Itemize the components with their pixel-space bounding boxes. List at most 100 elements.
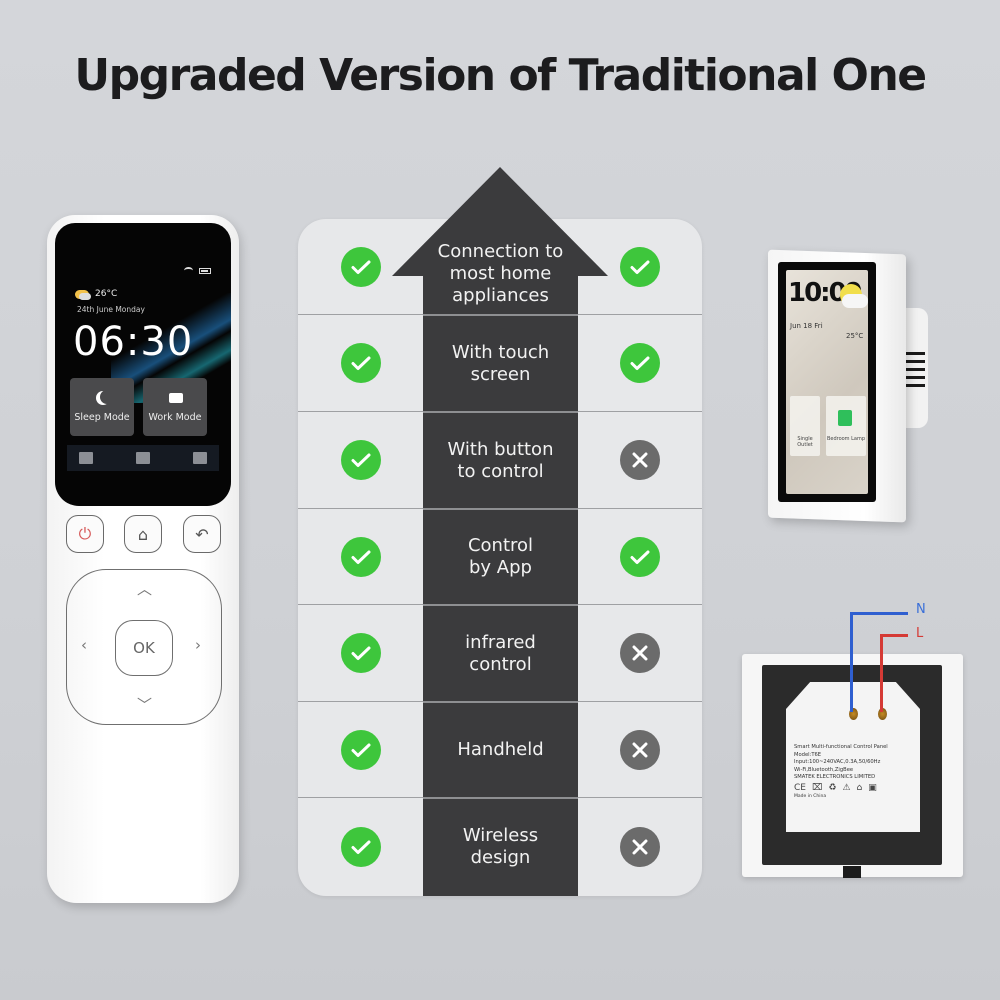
row-divider (423, 797, 578, 799)
direction-pad[interactable]: ︿ ﹀ ‹ › OK (66, 569, 222, 725)
row-divider (423, 314, 578, 316)
panel-temperature: 25°C (846, 332, 864, 340)
weee-bin-icon: ⌧ (811, 782, 823, 793)
tile-label: Bedroom Lamp (826, 436, 866, 442)
vent-slot (905, 368, 925, 371)
list-icon[interactable] (136, 452, 150, 464)
row-divider (423, 411, 578, 413)
ok-button[interactable]: OK (115, 620, 173, 676)
chevron-up-icon[interactable]: ︿ (137, 578, 152, 599)
made-in-label: Made in China (794, 794, 827, 799)
panel-support-cell (577, 509, 702, 604)
panel-support-cell (577, 315, 702, 411)
label-line: Input:100~240VAC,0.3A,50/60Hz (794, 759, 881, 765)
warning-icon: ⚠ (842, 782, 851, 793)
row-divider (423, 701, 578, 703)
live-wire (880, 634, 908, 637)
weather-row: 26°C (75, 289, 118, 300)
label-line: Smart Multi-functional Control Panel (794, 744, 888, 750)
panel-support-cell (577, 798, 702, 896)
feature-label: infrared control (465, 631, 536, 675)
label-line: Model:T6E (794, 751, 822, 758)
row-divider (423, 604, 578, 606)
tile-label: Single Outlet (797, 436, 813, 448)
chevron-down-icon[interactable]: ﹀ (137, 694, 152, 715)
feature-label: Control by App (467, 535, 534, 578)
sleep-mode-button[interactable]: Sleep Mode (70, 378, 134, 436)
battery-icon (199, 267, 211, 274)
check-icon (340, 440, 381, 480)
vent-slot (905, 376, 925, 379)
grid-icon[interactable] (79, 452, 93, 464)
check-icon (340, 827, 381, 867)
check-icon (340, 729, 381, 770)
ce-mark-icon: CE (794, 782, 806, 793)
check-icon (619, 343, 660, 383)
vent-slot (905, 352, 925, 355)
vent-slot (905, 360, 925, 363)
status-bar (184, 267, 211, 274)
panel-date: Jun 18 Fri (790, 322, 823, 330)
feature-label: Wireless design (462, 825, 539, 868)
check-icon (340, 536, 381, 577)
certification-icons: CE ⌧ ♻ ⚠ ⌂ ▣ (794, 782, 912, 793)
check-icon (340, 343, 381, 383)
remote-support-cell (298, 412, 423, 508)
work-mode-label: Work Mode (148, 412, 202, 423)
neutral-wire (850, 612, 908, 615)
neutral-wire (850, 612, 853, 712)
home-icon: ⌂ (137, 524, 149, 544)
feature-label: With touch screen (451, 341, 550, 385)
handheld-remote: 26°C 24th June Monday 06:30 Sleep Mode W… (47, 215, 239, 903)
page-title: Upgraded Version of Traditional One (74, 50, 927, 101)
recycle-icon: ♻ (828, 782, 837, 793)
panel-support-cell (577, 605, 702, 701)
cross-icon (619, 440, 660, 480)
check-icon (619, 536, 660, 577)
remote-date: 24th June Monday (77, 305, 145, 314)
remote-support-cell (298, 702, 423, 797)
sleep-mode-label: Sleep Mode (74, 412, 130, 423)
panel-icon[interactable] (193, 452, 207, 464)
toolbox-icon (169, 393, 183, 403)
wifi-icon (184, 267, 193, 274)
tile-single-outlet[interactable]: Single Outlet (790, 396, 820, 456)
feature-label: Connection to most home appliances (437, 241, 564, 306)
chevron-left-icon[interactable]: ‹ (81, 636, 87, 654)
screen-nav-bar (67, 445, 219, 471)
label-line: Wi-Fi,Bluetooth,ZigBee (794, 766, 854, 773)
mounting-tab (843, 866, 861, 878)
row-divider (423, 508, 578, 510)
feature-label: Handheld (457, 739, 544, 760)
remote-screen: 26°C 24th June Monday 06:30 Sleep Mode W… (55, 223, 231, 506)
remote-support-cell (298, 509, 423, 604)
power-button[interactable]: ⏻ (66, 515, 104, 553)
feature-label: With button to control (447, 438, 554, 482)
back-icon: ↶ (195, 524, 209, 544)
lamp-icon (838, 410, 852, 426)
neutral-label: N (916, 602, 926, 617)
partly-cloudy-icon (75, 289, 91, 300)
work-mode-button[interactable]: Work Mode (143, 378, 207, 436)
label-line: SMATEK ELECTRONICS LIMITED (794, 774, 876, 780)
remote-support-cell (298, 315, 423, 411)
back-button[interactable]: ↶ (183, 515, 221, 553)
tile-bedroom-lamp[interactable]: Bedroom Lamp (826, 396, 866, 456)
power-icon: ⏻ (78, 524, 92, 543)
remote-clock: 06:30 (73, 319, 194, 365)
chevron-right-icon[interactable]: › (195, 636, 201, 654)
panel-support-cell (577, 702, 702, 797)
live-label: L (916, 626, 924, 641)
check-icon (340, 633, 381, 673)
remote-support-cell (298, 798, 423, 896)
live-wire (880, 634, 883, 712)
check-icon (619, 246, 660, 287)
cross-icon (619, 633, 660, 673)
home-button[interactable]: ⌂ (124, 515, 162, 553)
class-two-icon: ▣ (868, 782, 877, 793)
cross-icon (619, 827, 660, 867)
cross-icon (619, 729, 660, 770)
moon-icon (100, 390, 114, 404)
remote-temperature: 26°C (95, 289, 118, 299)
panel-support-cell (577, 412, 702, 508)
